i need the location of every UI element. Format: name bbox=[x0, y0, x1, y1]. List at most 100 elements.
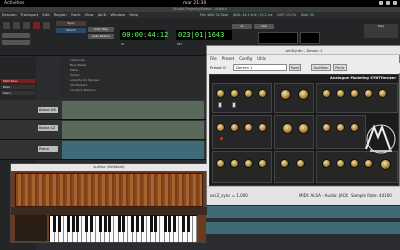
knob[interactable] bbox=[336, 123, 345, 132]
black-key[interactable] bbox=[71, 216, 75, 232]
track-name[interactable]: Piano bbox=[38, 146, 58, 152]
system-clock[interactable]: mar 21:30 bbox=[183, 1, 206, 6]
auto-play-button[interactable]: Auto Play bbox=[88, 27, 114, 32]
knob[interactable] bbox=[350, 123, 359, 132]
knob[interactable] bbox=[244, 89, 253, 98]
synth-menu-utils[interactable]: Utils bbox=[257, 55, 266, 63]
mini-timeline[interactable] bbox=[258, 32, 298, 44]
midi-region[interactable] bbox=[62, 141, 204, 159]
stop-icon[interactable] bbox=[22, 21, 31, 30]
knob[interactable] bbox=[298, 123, 309, 134]
knob[interactable] bbox=[216, 159, 225, 168]
midi-region[interactable] bbox=[62, 101, 204, 119]
knob[interactable] bbox=[258, 159, 267, 168]
secondary-clock[interactable]: 023|01|1643 bbox=[176, 30, 232, 40]
activities-button[interactable]: Activities bbox=[4, 1, 25, 6]
knob[interactable] bbox=[280, 159, 289, 168]
knob[interactable] bbox=[230, 123, 239, 132]
punch-button[interactable]: Punch bbox=[56, 28, 86, 33]
knob[interactable] bbox=[336, 89, 345, 98]
synth-menu-preset[interactable]: Preset bbox=[222, 55, 234, 63]
synth-menu-config[interactable]: Config bbox=[239, 55, 252, 63]
loop-icon[interactable] bbox=[42, 21, 51, 30]
knob[interactable] bbox=[244, 123, 253, 132]
audition-button[interactable]: Audition bbox=[311, 64, 331, 71]
shuttle-bar[interactable] bbox=[2, 33, 30, 38]
solo-indicator[interactable]: Solo bbox=[364, 24, 398, 38]
midi-region[interactable] bbox=[206, 206, 400, 218]
rewind-icon[interactable] bbox=[2, 21, 11, 30]
white-key[interactable] bbox=[192, 216, 198, 242]
black-key[interactable] bbox=[57, 216, 61, 232]
waveform-switch[interactable] bbox=[232, 102, 236, 108]
list-item[interactable]: Bass bbox=[1, 85, 35, 89]
black-key[interactable] bbox=[149, 216, 153, 232]
black-key[interactable] bbox=[89, 216, 93, 232]
waveform-switch[interactable] bbox=[218, 102, 222, 108]
black-key[interactable] bbox=[108, 216, 112, 232]
primary-clock[interactable]: 00:00:44:12 bbox=[120, 30, 168, 40]
mode-bar[interactable] bbox=[2, 40, 30, 45]
auto-return-button[interactable]: Auto Return bbox=[88, 34, 114, 39]
black-key[interactable] bbox=[122, 216, 126, 232]
network-icon[interactable] bbox=[379, 1, 383, 5]
knob[interactable] bbox=[244, 159, 253, 168]
midi-region[interactable] bbox=[62, 121, 204, 139]
list-item[interactable]: Piano bbox=[1, 91, 35, 95]
knob[interactable] bbox=[258, 123, 267, 132]
knob[interactable] bbox=[280, 89, 291, 100]
knob[interactable] bbox=[322, 159, 331, 168]
knob[interactable] bbox=[258, 89, 267, 98]
black-key[interactable] bbox=[135, 216, 139, 232]
save-button[interactable]: Save bbox=[289, 64, 301, 71]
punch-in-button[interactable]: In bbox=[232, 24, 252, 29]
knob[interactable] bbox=[298, 89, 309, 100]
synth-menu-file[interactable]: File bbox=[210, 55, 217, 63]
black-key[interactable] bbox=[181, 216, 185, 232]
knob[interactable] bbox=[350, 159, 359, 168]
knob[interactable] bbox=[282, 123, 293, 134]
punch-out-button[interactable]: Out bbox=[254, 24, 274, 29]
piano-keyboard[interactable] bbox=[49, 215, 198, 242]
volume-icon[interactable] bbox=[386, 1, 390, 5]
editor-mixer-toggle[interactable] bbox=[300, 32, 320, 44]
user-icon[interactable] bbox=[393, 1, 397, 5]
knob[interactable] bbox=[380, 159, 391, 170]
black-key[interactable] bbox=[85, 216, 89, 232]
midi-region[interactable] bbox=[206, 222, 400, 234]
knob[interactable] bbox=[364, 89, 373, 98]
knob[interactable] bbox=[378, 89, 387, 98]
black-key[interactable] bbox=[103, 216, 107, 232]
knob[interactable] bbox=[336, 159, 345, 168]
list-item[interactable]: MIDI Bass bbox=[1, 79, 35, 83]
black-key[interactable] bbox=[117, 216, 121, 232]
black-key[interactable] bbox=[53, 216, 57, 232]
black-key[interactable] bbox=[99, 216, 103, 232]
preset-select[interactable]: Derren 1 bbox=[233, 64, 287, 71]
track-name[interactable]: Basse DX bbox=[38, 107, 58, 113]
knob[interactable] bbox=[322, 123, 331, 132]
black-key[interactable] bbox=[140, 216, 144, 232]
knob[interactable] bbox=[296, 159, 305, 168]
black-key[interactable] bbox=[186, 216, 190, 232]
knob[interactable] bbox=[216, 123, 225, 132]
track-name[interactable]: Basse LZ bbox=[38, 125, 58, 131]
play-icon[interactable] bbox=[12, 21, 21, 30]
black-key[interactable] bbox=[172, 216, 176, 232]
knob[interactable] bbox=[230, 89, 239, 98]
black-key[interactable] bbox=[66, 216, 70, 232]
black-key[interactable] bbox=[168, 216, 172, 232]
black-key[interactable] bbox=[154, 216, 158, 232]
knob[interactable] bbox=[364, 159, 373, 168]
black-key[interactable] bbox=[131, 216, 135, 232]
system-tray[interactable] bbox=[379, 1, 397, 5]
knob[interactable] bbox=[216, 89, 225, 98]
black-key[interactable] bbox=[163, 216, 167, 232]
sync-button[interactable]: Sync bbox=[56, 21, 86, 26]
knob[interactable] bbox=[230, 159, 239, 168]
knob[interactable] bbox=[322, 89, 331, 98]
black-key[interactable] bbox=[76, 216, 80, 232]
knob[interactable] bbox=[350, 89, 359, 98]
record-icon[interactable] bbox=[32, 21, 41, 30]
panic-button[interactable]: Panic bbox=[333, 64, 347, 71]
